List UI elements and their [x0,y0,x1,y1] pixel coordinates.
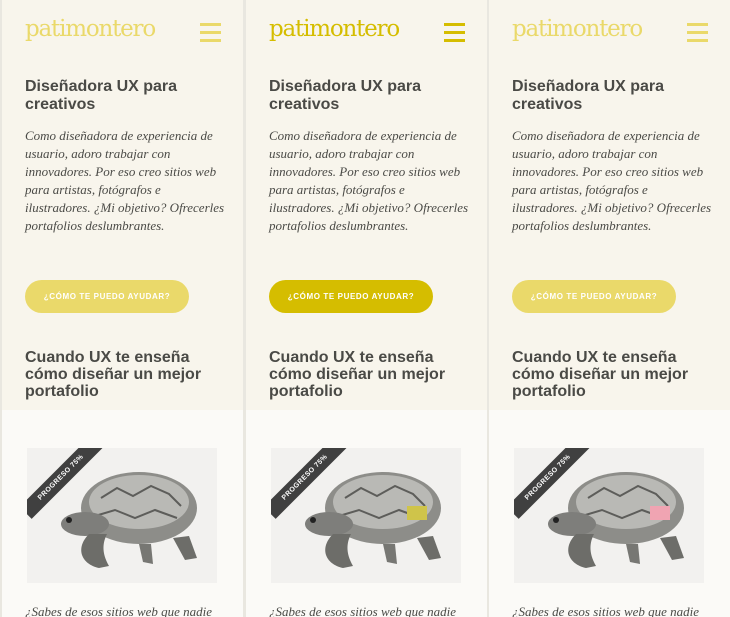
article-teaser: ¿Sabes de esos sitios web que nadie [269,604,457,617]
hamburger-icon[interactable] [444,23,465,44]
panel-2: patimontero Diseñadora UX para creativos… [246,0,487,617]
turtle-illustration [61,472,197,568]
how-can-i-help-button[interactable]: ¿CÓMO TE PUEDO AYUDAR? [512,280,676,313]
page-title: Diseñadora UX para creativos [512,78,665,113]
how-can-i-help-button[interactable]: ¿CÓMO TE PUEDO AYUDAR? [25,280,189,313]
section-title: Cuando UX te enseña cómo diseñar un mejo… [512,349,689,400]
turtle-illustration [548,472,684,568]
logo[interactable]: patimontero [269,16,400,42]
article-image[interactable]: PROGRESO 75% [514,448,704,583]
hamburger-icon[interactable] [687,23,708,44]
intro-text: Como diseñadora de experiencia de usuari… [269,128,469,233]
page-title: Diseñadora UX para creativos [25,78,178,113]
intro-text: Como diseñadora de experiencia de usuari… [512,128,712,233]
article-teaser: ¿Sabes de esos sitios web que nadie [25,604,213,617]
turtle-illustration [305,472,441,568]
panel-3: patimontero Diseñadora UX para creativos… [489,0,730,617]
logo[interactable]: patimontero [25,16,156,42]
intro-text: Como diseñadora de experiencia de usuari… [25,128,225,233]
section-title: Cuando UX te enseña cómo diseñar un mejo… [25,349,202,400]
logo[interactable]: patimontero [512,16,643,42]
how-can-i-help-button[interactable]: ¿CÓMO TE PUEDO AYUDAR? [269,280,433,313]
section-title: Cuando UX te enseña cómo diseñar un mejo… [269,349,446,400]
article-teaser: ¿Sabes de esos sitios web que nadie [512,604,700,617]
page-title: Diseñadora UX para creativos [269,78,422,113]
article-image[interactable]: PROGRESO 75% [271,448,461,583]
panel-1: patimontero Diseñadora UX para creativos… [2,0,243,617]
hamburger-icon[interactable] [200,23,221,44]
article-image[interactable]: PROGRESO 75% [27,448,217,583]
